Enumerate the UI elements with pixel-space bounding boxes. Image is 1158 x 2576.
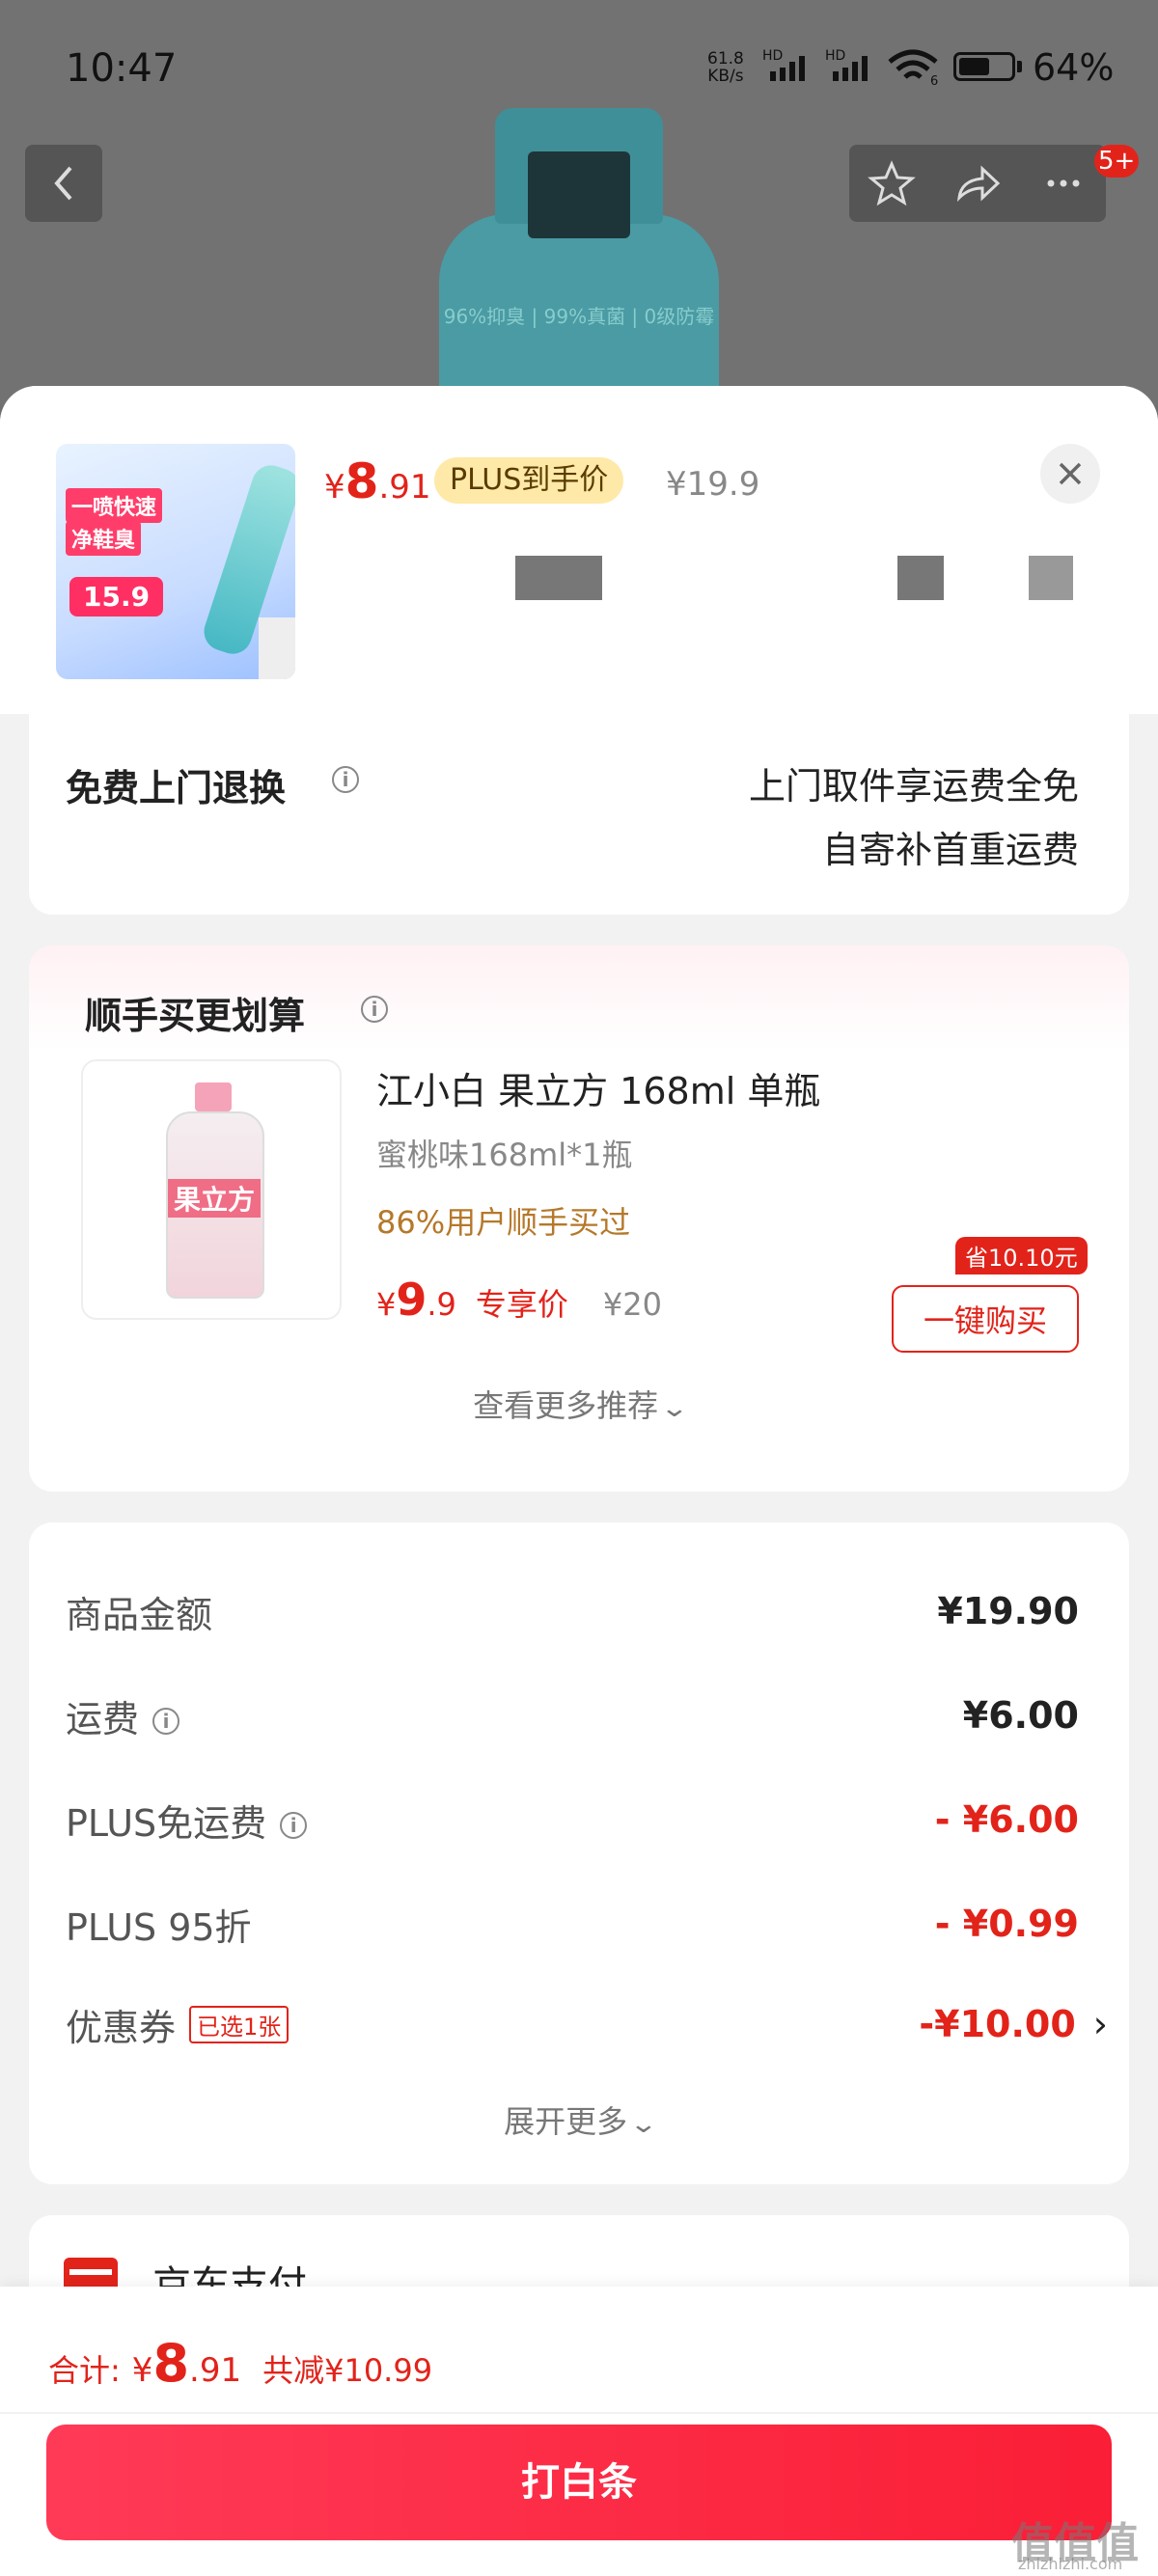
cost-row-coupon[interactable]: 优惠券 已选1张 -¥10.00 ›: [66, 1995, 1108, 2053]
cart-badge: 5+: [1094, 145, 1140, 178]
more-icon[interactable]: [1039, 159, 1088, 207]
chevron-left-icon: [54, 166, 72, 201]
bottle-label: 果立方: [168, 1179, 261, 1218]
product-hero-image: 96%抑臭 | 99%真菌 | 0级防霉: [439, 108, 719, 407]
blurred-option: [897, 556, 944, 600]
info-icon[interactable]: i: [280, 1812, 308, 1839]
chevron-down-icon: ⌄: [628, 2110, 659, 2139]
thumb-price: 15.9: [69, 577, 164, 617]
blurred-option: [515, 556, 602, 600]
order-total: 合计: ¥ 8 .91 共减¥10.99: [48, 2333, 433, 2394]
battery-percent: 64%: [1033, 46, 1115, 89]
return-service-line2: 自寄补首重运费: [821, 829, 1079, 871]
cost-breakdown-card: 商品金额 ¥19.90 运费 i ¥6.00 PLUS免运费 i - ¥6.00 P…: [29, 1522, 1129, 2184]
product-thumbnail[interactable]: 一喷快速 净鞋臭 15.9: [56, 444, 295, 679]
svg-text:HD: HD: [825, 48, 845, 64]
see-more-recommendations[interactable]: 查看更多推荐⌄: [29, 1382, 1129, 1426]
total-savings: 共减¥10.99: [262, 2352, 433, 2389]
recommended-original-price: ¥20: [602, 1286, 662, 1323]
recommended-product-price: ¥ 9 .9 专享价 ¥20: [376, 1274, 662, 1326]
watermark-sub: zhizhizhi.com: [1018, 2555, 1123, 2573]
coupon-selected-badge: 已选1张: [189, 2005, 290, 2043]
battery-icon: [953, 52, 1015, 81]
exclusive-price-label: 专享价: [475, 1286, 568, 1323]
wifi-icon: 6: [888, 49, 938, 87]
top-actions: [849, 145, 1106, 222]
cost-row-plus-discount: PLUS 95折 - ¥0.99: [66, 1903, 1079, 1949]
social-proof-text: 86%用户顺手买过: [376, 1204, 631, 1241]
return-service-line1: 上门取件享运费全免: [748, 765, 1079, 808]
info-icon[interactable]: i: [361, 996, 388, 1023]
sheet-header: 一喷快速 净鞋臭 15.9 ¥ 8 .91 PLUS到手价 ¥19.9: [0, 386, 1158, 714]
expand-more[interactable]: 展开更多⌄: [29, 2097, 1129, 2142]
thumb-text-1: 一喷快速: [66, 488, 163, 523]
cost-row-subtotal: 商品金额 ¥19.90: [66, 1590, 1079, 1636]
recommended-product-name[interactable]: 江小白 果立方 168ml 单瓶: [376, 1061, 820, 1114]
network-speed: 61.8 KB/s: [707, 49, 744, 86]
original-price: ¥19.9: [666, 465, 760, 504]
return-service-title: 免费上门退换: [66, 767, 287, 809]
product-price: ¥ 8 .91: [324, 453, 431, 509]
svg-text:6: 6: [930, 74, 938, 87]
back-button[interactable]: [25, 145, 102, 222]
close-button[interactable]: [1040, 444, 1100, 504]
recommendation-card: 顺手买更划算 i 果立方 江小白 果立方 168ml 单瓶 蜜桃味168ml*1…: [29, 945, 1129, 1492]
recommended-product-image[interactable]: 果立方: [81, 1059, 342, 1320]
signal-icon: HD: [762, 48, 805, 81]
product-image-text: 96%抑臭 | 99%真菌 | 0级防霉: [443, 305, 715, 328]
info-icon[interactable]: i: [152, 1708, 180, 1735]
info-icon[interactable]: i: [332, 766, 359, 793]
signal-icon-2: HD: [825, 48, 868, 81]
return-service-card: 免费上门退换 i 上门取件享运费全免 自寄补首重运费: [29, 712, 1129, 915]
status-time: 10:47: [66, 46, 178, 91]
recommended-product-spec: 蜜桃味168ml*1瓶: [376, 1137, 633, 1173]
close-icon: [1059, 462, 1082, 485]
pay-button[interactable]: 打白条: [46, 2425, 1112, 2540]
checkout-sheet: 一喷快速 净鞋臭 15.9 ¥ 8 .91 PLUS到手价 ¥19.9 免费上门…: [0, 386, 1158, 2576]
chevron-down-icon: ⌄: [659, 1394, 690, 1423]
savings-tag: 省10.10元: [955, 1237, 1088, 1274]
svg-text:HD: HD: [762, 48, 783, 64]
one-click-buy-button[interactable]: 一键购买: [892, 1285, 1079, 1353]
plus-price-badge: PLUS到手价: [434, 457, 624, 504]
share-icon[interactable]: [951, 159, 1004, 207]
star-icon[interactable]: [867, 159, 916, 207]
chevron-right-icon: ›: [1092, 2003, 1108, 2045]
cost-row-plus-shipping: PLUS免运费 i - ¥6.00: [66, 1798, 1079, 1845]
status-bar: 10:47 61.8 KB/s HD HD 6 64%: [0, 0, 1158, 125]
checkout-footer: 合计: ¥ 8 .91 共减¥10.99 打白条: [0, 2287, 1158, 2576]
thumb-text-2: 净鞋臭: [66, 521, 142, 556]
recommendation-title: 顺手买更划算: [85, 995, 306, 1037]
blurred-option: [1029, 556, 1073, 600]
cost-row-shipping: 运费 i ¥6.00: [66, 1694, 1079, 1740]
